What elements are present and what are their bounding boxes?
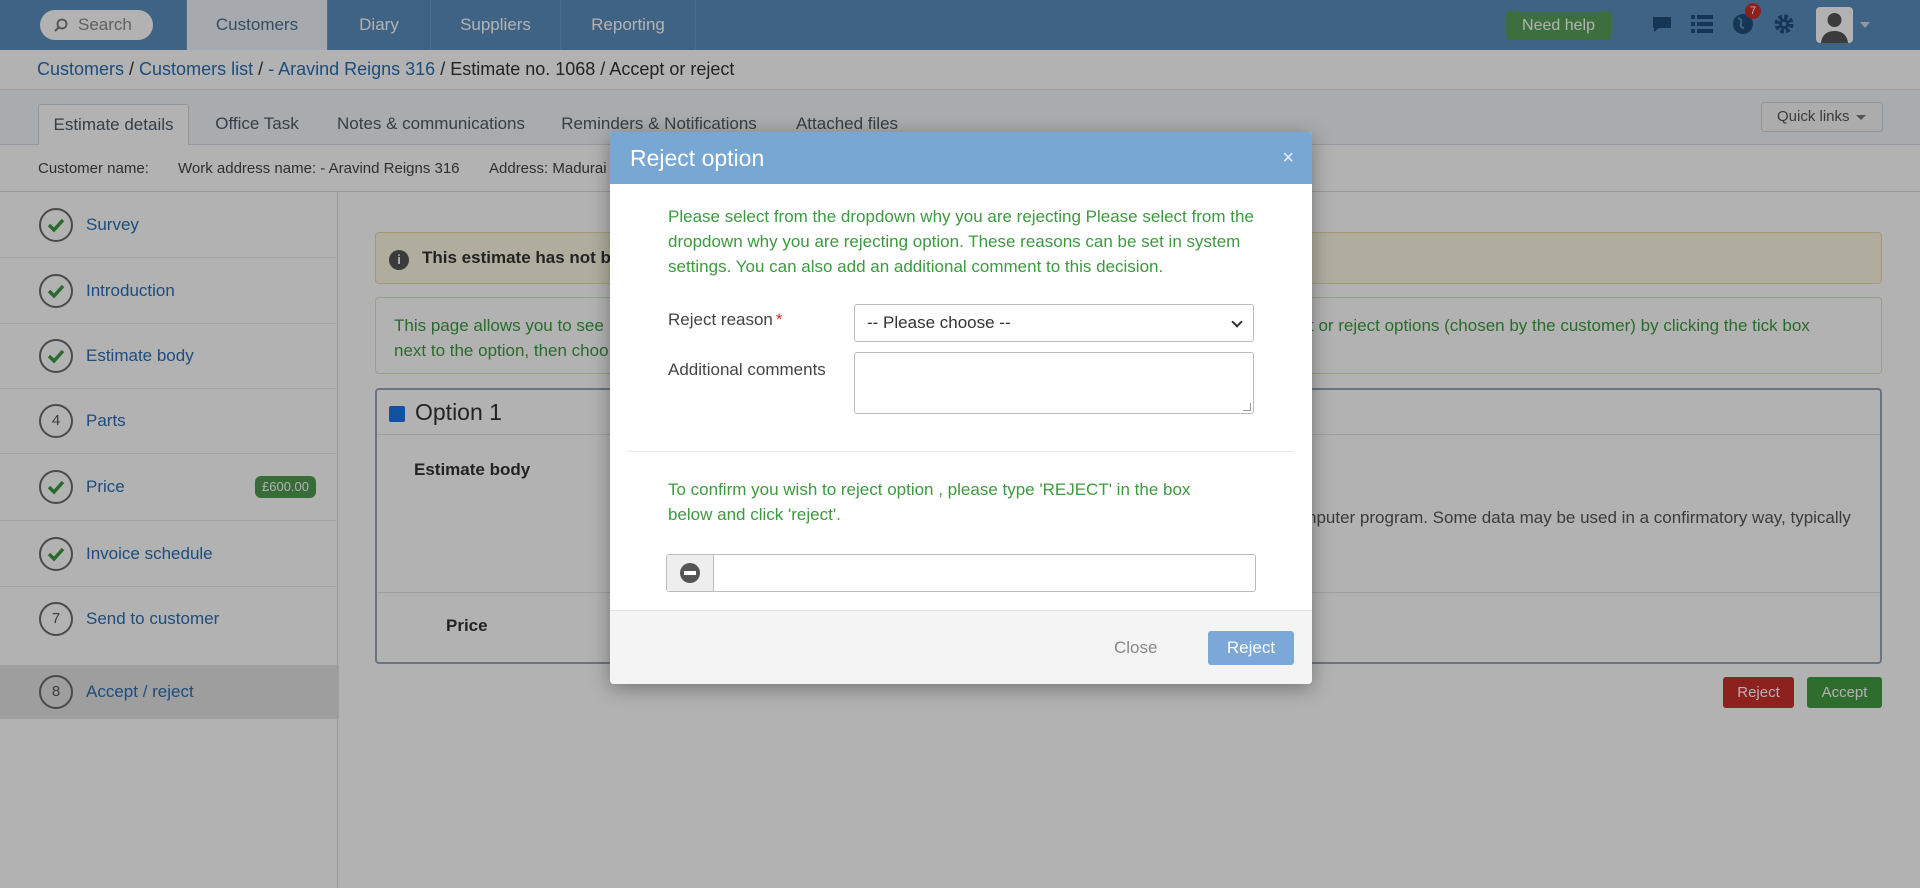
reject-option-modal: Reject option × Please select from the d…: [610, 132, 1312, 684]
modal-title: Reject option: [630, 145, 765, 171]
modal-footer: Close Reject: [610, 610, 1312, 684]
close-button[interactable]: Close: [1114, 631, 1157, 665]
reject-reason-select[interactable]: -- Please choose --: [854, 304, 1254, 342]
required-mark: *: [775, 310, 783, 329]
modal-reject-button[interactable]: Reject: [1208, 631, 1294, 665]
reject-reason-value: -- Please choose --: [867, 313, 1011, 332]
comments-label: Additional comments: [668, 360, 826, 379]
chevron-down-icon: [1231, 316, 1243, 328]
reject-reason-label: Reject reason *: [668, 310, 783, 330]
minus-circle-icon: [667, 555, 714, 591]
modal-header: Reject option ×: [610, 132, 1312, 184]
confirm-reject-input-group: [666, 554, 1256, 592]
additional-comments-textarea[interactable]: [854, 352, 1254, 414]
modal-intro: Please select from the dropdown why you …: [668, 207, 1254, 276]
divider: [628, 451, 1294, 452]
resize-grip-icon[interactable]: [1243, 403, 1251, 411]
close-icon[interactable]: ×: [1282, 132, 1294, 184]
reject-reason-label-text: Reject reason: [668, 310, 773, 329]
confirm-reject-input[interactable]: [715, 555, 1255, 591]
confirm-instructions: To confirm you wish to reject option , p…: [668, 480, 1191, 524]
